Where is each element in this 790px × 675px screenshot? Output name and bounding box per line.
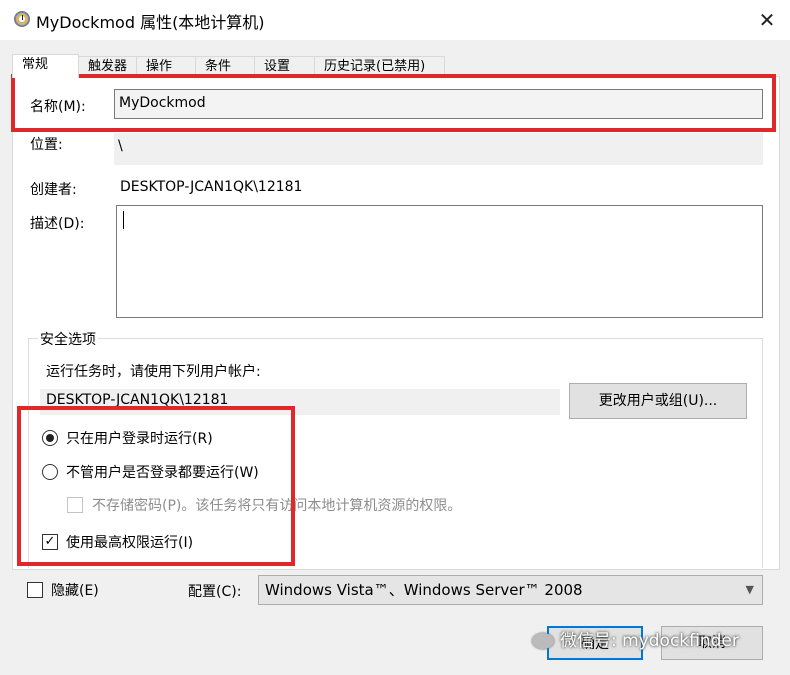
title-bar: MyDockmod 属性(本地计算机) ✕ [0,0,790,40]
tab-settings[interactable]: 设置 [254,56,315,78]
radio-run-any-label[interactable]: 不管用户是否登录都要运行(W) [66,462,259,482]
hidden-checkbox[interactable] [27,582,43,598]
author-value: DESKTOP-JCAN1QK\12181 [120,179,303,195]
tab-actions[interactable]: 操作 [136,56,196,78]
tab-general[interactable]: 常规 [12,54,79,78]
location-field: \ [114,133,763,165]
user-account-field: DESKTOP-JCAN1QK\12181 [40,389,560,415]
radio-run-logged-on[interactable] [42,430,58,446]
highest-privileges-checkbox[interactable]: ✓ [42,534,58,550]
chevron-down-icon: ▼ [745,583,754,596]
window-title: MyDockmod 属性(本地计算机) [36,13,265,32]
highest-privileges-label[interactable]: 使用最高权限运行(I) [66,532,193,552]
tab-history[interactable]: 历史记录(已禁用) [314,56,445,78]
description-label: 描述(D): [30,216,85,232]
configure-label: 配置(C): [188,584,242,600]
watermark: 微信号: mydockfinder [532,626,772,654]
name-label: 名称(M): [30,99,86,115]
author-label: 创建者: [30,182,77,198]
configure-dropdown[interactable]: Windows Vista™、Windows Server™ 2008 ▼ [258,575,763,605]
location-label: 位置: [30,137,63,153]
task-scheduler-icon [14,11,30,27]
radio-run-logged-on-label[interactable]: 只在用户登录时运行(R) [66,428,213,448]
tab-triggers[interactable]: 触发器 [78,56,137,78]
hidden-label[interactable]: 隐藏(E) [51,580,99,600]
run-as-prompt: 运行任务时，请使用下列用户帐户: [46,364,261,380]
tab-conditions[interactable]: 条件 [195,56,255,78]
description-textarea[interactable] [116,205,763,318]
configure-value: Windows Vista™、Windows Server™ 2008 [265,581,583,599]
name-field[interactable]: MyDockmod [114,89,763,119]
close-button[interactable]: ✕ [752,6,782,34]
do-not-store-password-label: 不存储密码(P)。该任务将只有访问本地计算机资源的权限。 [92,498,462,514]
text-caret [123,211,124,229]
security-options-title: 安全选项 [38,329,98,349]
do-not-store-password-checkbox [67,497,83,513]
change-user-button[interactable]: 更改用户或组(U)... [569,383,747,419]
wechat-icon [532,633,554,649]
radio-run-any[interactable] [42,464,58,480]
watermark-text: 微信号: mydockfinder [560,631,739,651]
